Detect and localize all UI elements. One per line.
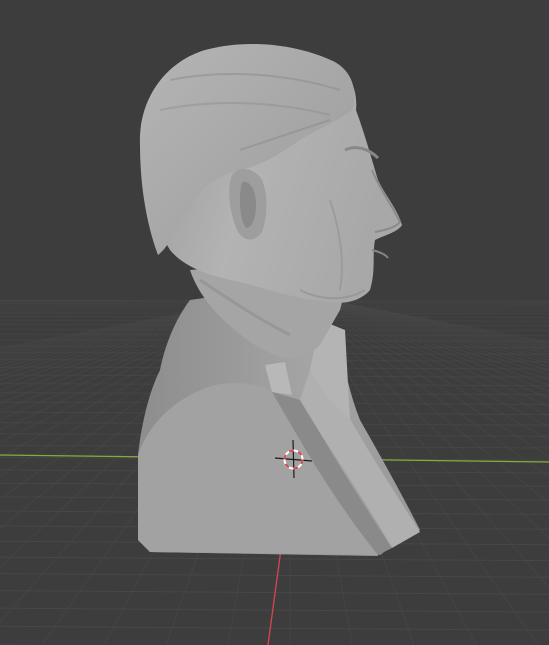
viewport-canvas[interactable] (0, 0, 549, 645)
3d-viewport[interactable] (0, 0, 549, 645)
